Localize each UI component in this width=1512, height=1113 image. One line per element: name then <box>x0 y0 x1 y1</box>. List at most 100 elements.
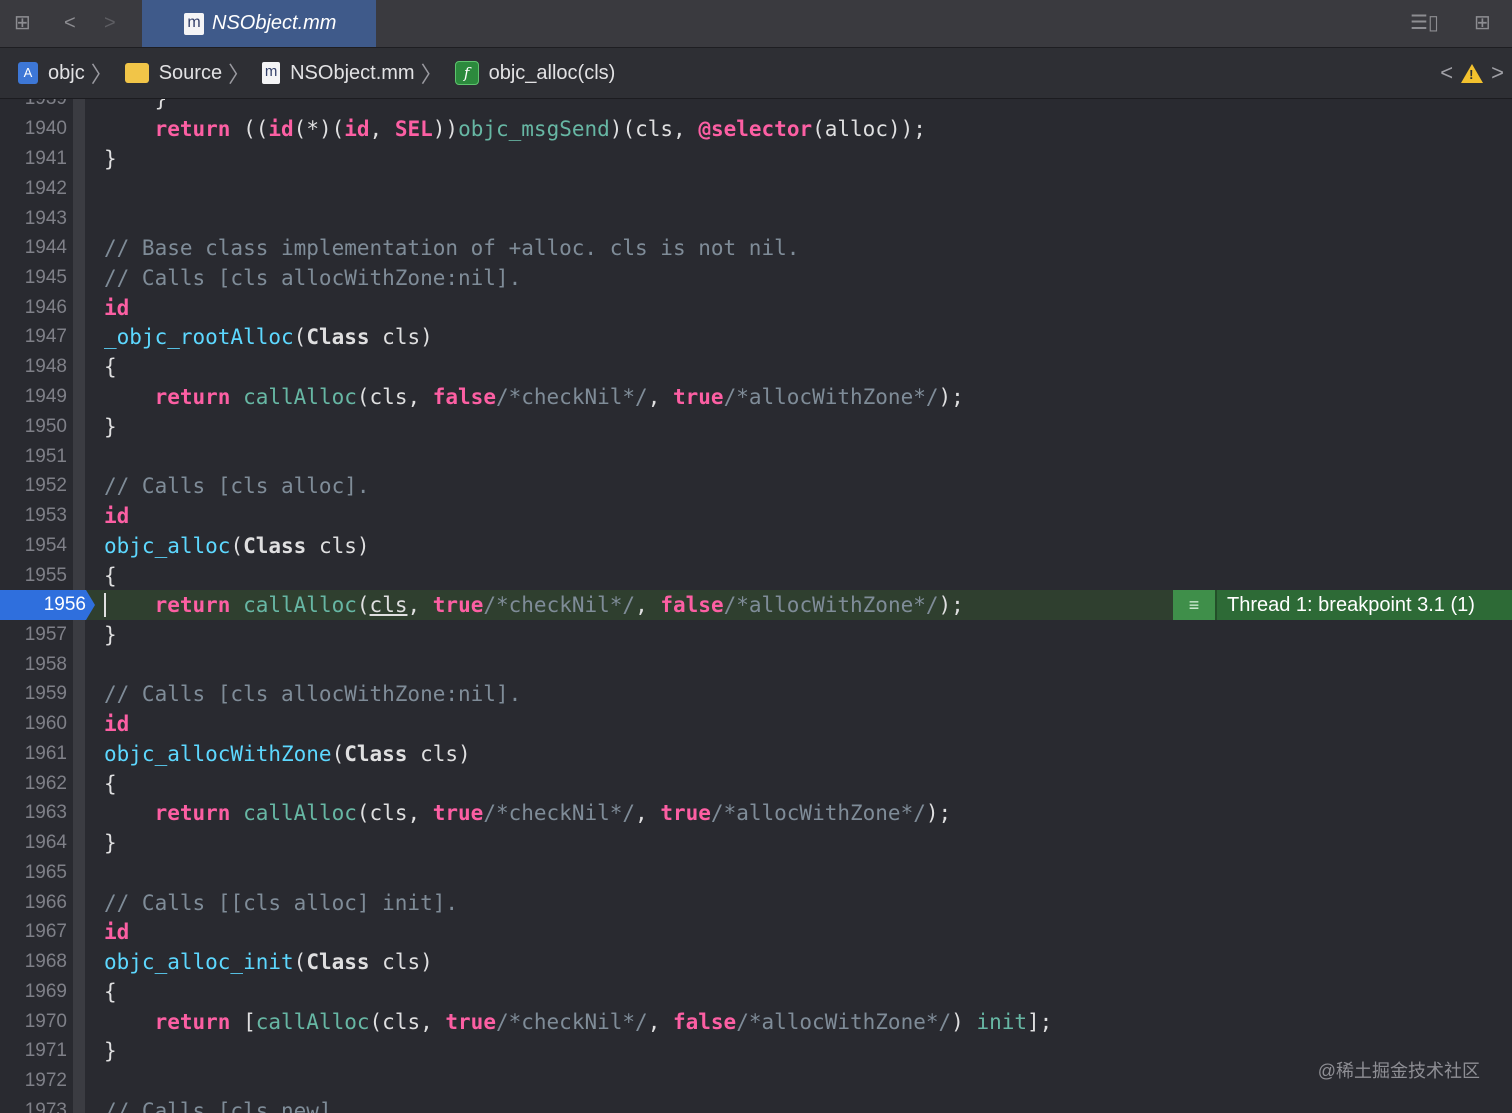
line-number: 1947 <box>24 326 67 347</box>
code-line: 1962 { <box>0 769 1512 799</box>
line-number: 1972 <box>24 1070 67 1091</box>
code-line: 1943 <box>0 204 1512 234</box>
line-number: 1952 <box>24 475 67 496</box>
line-number: 1953 <box>24 505 67 526</box>
code-text: id <box>104 504 130 528</box>
code-text: objc_alloc_init(Class cls) <box>104 950 433 974</box>
line-number: 1960 <box>24 713 67 734</box>
code-text: { <box>104 980 117 1004</box>
back-icon[interactable]: < <box>64 10 76 36</box>
mm-file-icon: m <box>262 62 281 84</box>
code-line: 1961 objc_allocWithZone(Class cls) <box>0 739 1512 769</box>
breadcrumb-file[interactable]: m NSObject.mm <box>256 61 415 85</box>
thread-breakpoint-label: Thread 1: breakpoint 3.1 (1) <box>1227 593 1475 616</box>
thread-breakpoint-badge[interactable]: ≡ Thread 1: breakpoint 3.1 (1) <box>1173 590 1512 620</box>
previous-issue-icon[interactable]: < <box>1440 60 1453 86</box>
code-line: 1958 <box>0 650 1512 680</box>
code-line: 1969 { <box>0 977 1512 1007</box>
code-line: 1949 return callAlloc(cls, false/*checkN… <box>0 382 1512 412</box>
line-number: 1969 <box>24 981 67 1002</box>
line-number: 1945 <box>24 267 67 288</box>
project-icon: A <box>18 62 38 84</box>
line-number: 1939 <box>0 99 67 114</box>
source-editor[interactable]: 1939 } 1940 return ((id(*)(id, SEL))objc… <box>0 99 1512 1113</box>
line-number: 1946 <box>24 297 67 318</box>
code-line: 1948 { <box>0 352 1512 382</box>
tab-nsobject[interactable]: m NSObject.mm <box>142 0 376 47</box>
code-text: _objc_rootAlloc(Class cls) <box>104 325 433 349</box>
line-number: 1948 <box>24 356 67 377</box>
jump-bar: A objc 〉 Source 〉 m NSObject.mm 〉 f objc… <box>0 48 1512 99</box>
line-number: 1951 <box>24 446 67 467</box>
code-line: 1951 <box>0 442 1512 472</box>
code-text: id <box>104 920 130 944</box>
forward-icon[interactable]: > <box>104 10 116 36</box>
code-line: 1965 <box>0 858 1512 888</box>
line-number: 1966 <box>24 892 67 913</box>
breadcrumb-label: NSObject.mm <box>290 61 415 84</box>
line-number: 1971 <box>24 1040 67 1061</box>
function-icon: f <box>454 61 479 85</box>
code-comment: // Calls [cls allocWithZone:nil]. <box>104 682 522 706</box>
code-line: 1970 return [callAlloc(cls, true/*checkN… <box>0 1007 1512 1037</box>
line-number: 1973 <box>24 1100 67 1113</box>
line-number: 1941 <box>24 148 67 169</box>
breadcrumb-project[interactable]: A objc <box>0 62 85 85</box>
code-line: 1972 <box>0 1066 1512 1096</box>
line-number: 1968 <box>24 951 67 972</box>
code-text: return [callAlloc(cls, true/*checkNil*/,… <box>154 1010 1053 1034</box>
code-line: 1973 // Calls [cls new] <box>0 1096 1512 1113</box>
breadcrumb-folder[interactable]: Source <box>119 62 222 85</box>
menu-icon[interactable]: ≡ <box>1173 590 1217 620</box>
line-number: 1944 <box>24 237 67 258</box>
line-number: 1943 <box>24 208 67 229</box>
chevron-right-icon: 〉 <box>228 62 251 87</box>
code-line: 1967 id <box>0 917 1512 947</box>
code-line: 1952 // Calls [cls alloc]. <box>0 471 1512 501</box>
code-line: 1939 } <box>0 99 1512 114</box>
code-comment: // Calls [[cls alloc] init]. <box>104 891 459 915</box>
code-line: 1942 <box>0 174 1512 204</box>
code-line: 1960 id <box>0 709 1512 739</box>
add-editor-icon[interactable]: ⊞ <box>1474 10 1491 36</box>
line-number: 1970 <box>24 1011 67 1032</box>
line-number: 1955 <box>24 565 67 586</box>
chevron-right-icon: 〉 <box>90 62 113 87</box>
adjust-editor-options-icon[interactable]: ☰▯ <box>1410 10 1439 36</box>
code-line: 1944 // Base class implementation of +all… <box>0 233 1512 263</box>
code-line: 1941} <box>0 144 1512 174</box>
line-number: 1964 <box>24 832 67 853</box>
next-issue-icon[interactable]: > <box>1491 60 1504 86</box>
code-text: return ((id(*)(id, SEL))objc_msgSend)(cl… <box>154 117 926 141</box>
code-text: } <box>104 99 168 111</box>
breadcrumb-label: objc <box>48 61 85 84</box>
line-number: 1965 <box>24 862 67 883</box>
breakpoint-icon[interactable] <box>86 590 95 620</box>
code-line: 1963 return callAlloc(cls, true/*checkNi… <box>0 798 1512 828</box>
related-items-icon[interactable]: ⊞ <box>14 10 31 36</box>
code-text: } <box>104 831 117 855</box>
code-comment: // Base class implementation of +alloc. … <box>104 236 800 260</box>
code-text: id <box>104 712 130 736</box>
code-text: return callAlloc(cls, true/*checkNil*/, … <box>154 801 952 825</box>
code-line: 1957} <box>0 620 1512 650</box>
line-number: 1950 <box>24 416 67 437</box>
code-text: } <box>104 1039 117 1063</box>
code-line: 1966 // Calls [[cls alloc] init]. <box>0 888 1512 918</box>
line-number: 1961 <box>24 743 67 764</box>
code-text: } <box>104 147 117 171</box>
code-line: 1955 { <box>0 561 1512 591</box>
code-text: } <box>104 415 117 439</box>
code-text: { <box>104 355 117 379</box>
code-line: 1945 // Calls [cls allocWithZone:nil]. <box>0 263 1512 293</box>
code-text: return callAlloc(cls, false/*checkNil*/,… <box>154 385 964 409</box>
code-line: 1953 id <box>0 501 1512 531</box>
tab-bar: ⊞ < > m NSObject.mm ☰▯ ⊞ <box>0 0 1512 48</box>
code-text: objc_allocWithZone(Class cls) <box>104 742 471 766</box>
code-line: 1959 // Calls [cls allocWithZone:nil]. <box>0 679 1512 709</box>
issue-navigator-controls: < ! > <box>1440 60 1504 86</box>
code-comment: // Calls [cls allocWithZone:nil]. <box>104 266 522 290</box>
breadcrumb-function[interactable]: f objc_alloc(cls) <box>449 61 615 85</box>
warning-icon[interactable]: ! <box>1461 63 1484 83</box>
watermark: @稀土掘金技术社区 <box>1317 1061 1480 1081</box>
